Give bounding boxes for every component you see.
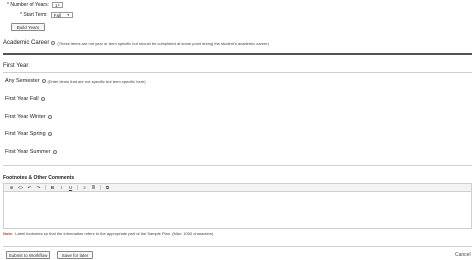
submit-to-workflow-button[interactable]: Submit to Workflow: [6, 251, 50, 259]
term-label-spring: First Year Spring: [5, 131, 46, 137]
footnotes-editor[interactable]: [3, 192, 472, 229]
term-label-fall: First Year Fall: [5, 96, 39, 102]
term-label-winter: First Year Winter: [5, 114, 46, 120]
section-divider: [3, 53, 472, 55]
note-label: Note:: [3, 231, 14, 236]
code-icon[interactable]: <>: [16, 185, 25, 190]
redo-icon[interactable]: ↷: [34, 185, 43, 191]
term-row-spring: First Year Spring: [5, 131, 54, 137]
any-semester-note: (Enter items that are not specific but t…: [47, 78, 146, 84]
numbered-list-icon[interactable]: ≣: [89, 185, 98, 191]
editor-toolbar: ⊕ <> ↶ ↷ B I U ≡ ≣ ⧉: [3, 183, 472, 192]
info-icon[interactable]: [51, 41, 56, 45]
number-of-years-row: * Number of Years: 1 ⇕: [7, 2, 63, 8]
year-title: First Year: [3, 63, 29, 69]
start-term-label: * Start Term:: [20, 12, 48, 18]
footnotes-divider: [3, 165, 472, 166]
info-icon[interactable]: [47, 115, 52, 119]
toolbar-separator: [45, 185, 46, 190]
info-icon[interactable]: [47, 132, 52, 136]
start-term-row: * Start Term: Fall ▼: [20, 12, 73, 18]
any-semester-row: Any Semester (Enter items that are not s…: [5, 78, 146, 84]
bulleted-list-icon[interactable]: ≡: [80, 185, 89, 190]
info-icon[interactable]: [41, 79, 46, 83]
chevron-down-icon: ▼: [66, 13, 70, 17]
term-row-fall: First Year Fall: [5, 96, 47, 102]
academic-career-note: (These items are not year or term specif…: [57, 40, 269, 46]
footnotes-note: Note: Label footnotes so that the inform…: [3, 231, 213, 236]
number-of-years-label: * Number of Years:: [7, 2, 49, 8]
term-label-summer: First Year Summer: [5, 149, 51, 155]
undo-icon[interactable]: ↶: [25, 185, 34, 191]
term-row-summer: First Year Summer: [5, 149, 59, 155]
bold-icon[interactable]: B: [48, 185, 57, 190]
number-of-years-input[interactable]: 1 ⇕: [51, 2, 63, 8]
italic-icon[interactable]: I: [57, 185, 66, 190]
underline-icon[interactable]: U: [66, 185, 75, 190]
info-icon[interactable]: [40, 97, 45, 101]
toolbar-separator: [77, 185, 78, 190]
start-term-value: Fall: [53, 12, 61, 18]
actions-divider: [3, 246, 472, 247]
year-divider: [3, 72, 472, 73]
stepper-icon[interactable]: ⇕: [57, 3, 60, 7]
info-icon[interactable]: [52, 150, 57, 154]
save-for-later-button[interactable]: Save for later: [57, 251, 93, 259]
toolbar-separator: [100, 185, 101, 190]
cancel-link[interactable]: Cancel: [455, 252, 471, 258]
any-semester-label: Any Semester: [5, 78, 40, 84]
academic-career-row: Academic Career (These items are not yea…: [3, 40, 269, 46]
note-text: Label footnotes so that the information …: [15, 231, 214, 236]
start-term-select[interactable]: Fall ▼: [50, 12, 73, 18]
term-row-winter: First Year Winter: [5, 114, 54, 120]
copy-icon[interactable]: ⧉: [103, 185, 112, 190]
footnotes-title: Footnotes & Other Comments: [3, 175, 75, 181]
build-years-button[interactable]: Build Years: [11, 23, 45, 31]
academic-career-label: Academic Career: [3, 40, 50, 46]
source-icon[interactable]: ⊕: [7, 185, 16, 191]
